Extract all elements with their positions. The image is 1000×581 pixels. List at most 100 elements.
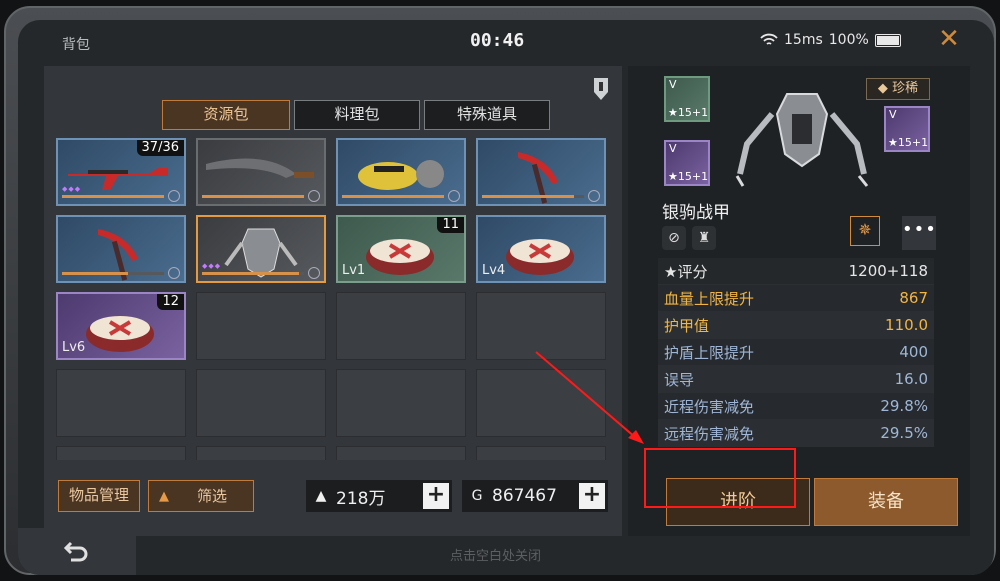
clock: 00:46 xyxy=(470,30,525,51)
more-button[interactable]: ••• xyxy=(902,216,936,250)
inventory-slot[interactable]: Lv4 xyxy=(476,215,606,283)
add-coin-button[interactable]: + xyxy=(579,483,605,509)
rarity-label: 珍稀 xyxy=(892,81,919,96)
durability-fill xyxy=(62,195,164,198)
chip-stars: ★15+1 xyxy=(668,106,709,119)
no-trade-icon: ⊘ xyxy=(662,226,686,250)
tab-food-pack[interactable]: 料理包 xyxy=(294,100,420,130)
durability-fill xyxy=(62,272,129,275)
tab-special-items[interactable]: 特殊道具 xyxy=(424,100,550,130)
empty-slot xyxy=(336,369,466,437)
upgrade-icon[interactable]: ✵ xyxy=(850,216,880,246)
durability-bar xyxy=(482,195,584,198)
durability-fill xyxy=(202,195,304,198)
durability-bar xyxy=(62,195,164,198)
filter-button[interactable]: ▲ 筛选 xyxy=(148,480,255,512)
wifi-icon xyxy=(760,33,778,45)
item-manage-button[interactable]: 物品管理 xyxy=(58,480,141,512)
stat-value: 1200+118 xyxy=(848,262,928,280)
battery-icon xyxy=(874,33,901,47)
item-count: 12 xyxy=(157,294,184,310)
bind-icon xyxy=(448,190,460,202)
device-frame: 背包 00:46 15ms 100% ✕ 资源包 料理包 特殊道具 37/36 ◆… xyxy=(4,6,996,575)
back-button[interactable] xyxy=(18,528,136,575)
stat-label: ★评分 xyxy=(664,262,708,281)
equip-button[interactable]: 装备 xyxy=(814,478,958,526)
stat-label: 远程伤害减免 xyxy=(664,424,755,443)
item-level: Lv4 xyxy=(482,263,506,278)
bind-icon xyxy=(308,267,320,279)
stat-row: 近程伤害减免 29.8% xyxy=(658,393,934,420)
chip-tier: V xyxy=(889,108,897,121)
inventory-slot[interactable]: 11 Lv1 xyxy=(336,215,466,283)
stat-row: ★评分 1200+118 xyxy=(658,258,934,285)
empty-slot xyxy=(336,292,466,360)
stat-label: 误导 xyxy=(664,370,695,389)
chip-stars: ★15+1 xyxy=(668,170,709,183)
item-count: 11 xyxy=(437,217,464,233)
empty-slot xyxy=(476,292,606,360)
stat-value: 400 xyxy=(899,343,928,361)
top-bar: 背包 00:46 15ms 100% ✕ xyxy=(18,20,994,64)
item-level: Lv1 xyxy=(342,263,366,278)
inventory-panel: 资源包 料理包 特殊道具 37/36 ◆◆◆ ◆◆◆ 11 Lv1 Lv4 12 Lv6 物品… xyxy=(44,66,622,536)
empty-slot xyxy=(196,369,326,437)
stat-label: 血量上限提升 xyxy=(664,289,755,308)
durability-bar xyxy=(62,272,164,275)
gem-icons: ◆◆◆ xyxy=(202,262,222,270)
ping-text: 15ms xyxy=(784,32,823,48)
inventory-screen: 背包 00:46 15ms 100% ✕ 资源包 料理包 特殊道具 37/36 ◆… xyxy=(18,20,994,575)
inventory-slot[interactable] xyxy=(336,138,466,206)
rarity-badge: ◆ 珍稀 xyxy=(866,78,930,100)
stat-value: 29.5% xyxy=(880,424,928,442)
bind-icon xyxy=(168,190,180,202)
coin-icon: G xyxy=(471,488,483,504)
durability-bar xyxy=(342,195,444,198)
empty-slot xyxy=(56,446,186,460)
tab-bar: 资源包 料理包 特殊道具 xyxy=(162,100,550,130)
inventory-slot[interactable] xyxy=(196,138,326,206)
armor-type-icon: ♜ xyxy=(692,226,716,250)
durability-bar xyxy=(202,195,304,198)
stat-value: 29.8% xyxy=(880,397,928,415)
durability-fill xyxy=(342,195,444,198)
add-silver-button[interactable]: + xyxy=(423,483,449,509)
stats-table: ★评分 1200+118 血量上限提升 867 护甲值 110.0 护盾上限提升 400… xyxy=(658,258,934,447)
stat-row: 护甲值 110.0 xyxy=(658,312,934,339)
stat-row: 误导 16.0 xyxy=(658,366,934,393)
stat-row: 护盾上限提升 400 xyxy=(658,339,934,366)
empty-slot xyxy=(196,446,326,460)
bind-icon xyxy=(308,190,320,202)
close-icon[interactable]: ✕ xyxy=(934,24,964,54)
armor-preview-icon xyxy=(735,93,869,187)
item-level: Lv6 xyxy=(62,340,86,355)
inventory-slot[interactable]: 37/36 ◆◆◆ xyxy=(56,138,186,206)
close-hint[interactable]: 点击空白处关闭 xyxy=(450,545,541,564)
stat-row: 血量上限提升 867 xyxy=(658,285,934,312)
status-bar: 15ms 100% xyxy=(760,32,901,48)
module-chip[interactable]: V ★15+1 xyxy=(664,140,710,186)
item-grid: 37/36 ◆◆◆ ◆◆◆ 11 Lv1 Lv4 12 Lv6 xyxy=(56,138,612,460)
window-title: 背包 xyxy=(62,37,90,53)
module-chip[interactable]: V ★15+1 xyxy=(884,106,930,152)
inventory-slot[interactable]: ◆◆◆ xyxy=(196,215,326,283)
inventory-slot[interactable] xyxy=(56,215,186,283)
inventory-slot[interactable]: 12 Lv6 xyxy=(56,292,186,360)
stat-label: 近程伤害减免 xyxy=(664,397,755,416)
item-count: 37/36 xyxy=(136,140,184,156)
battery-text: 100% xyxy=(828,32,869,48)
empty-slot xyxy=(336,446,466,460)
shield-filter-icon[interactable] xyxy=(592,76,610,102)
filter-label: 筛选 xyxy=(197,486,228,505)
tab-resource-pack[interactable]: 资源包 xyxy=(162,100,290,130)
durability-fill xyxy=(482,195,574,198)
item-name: 银驹战甲 xyxy=(662,203,730,223)
stat-value: 867 xyxy=(899,289,928,307)
gem-icons: ◆◆◆ xyxy=(62,185,82,193)
stat-label: 护盾上限提升 xyxy=(664,343,755,362)
bind-icon xyxy=(168,267,180,279)
module-chip[interactable]: V ★15+1 xyxy=(664,76,710,122)
battery-fill xyxy=(876,35,899,45)
coin-amount: 867467 xyxy=(492,486,557,506)
inventory-slot[interactable] xyxy=(476,138,606,206)
